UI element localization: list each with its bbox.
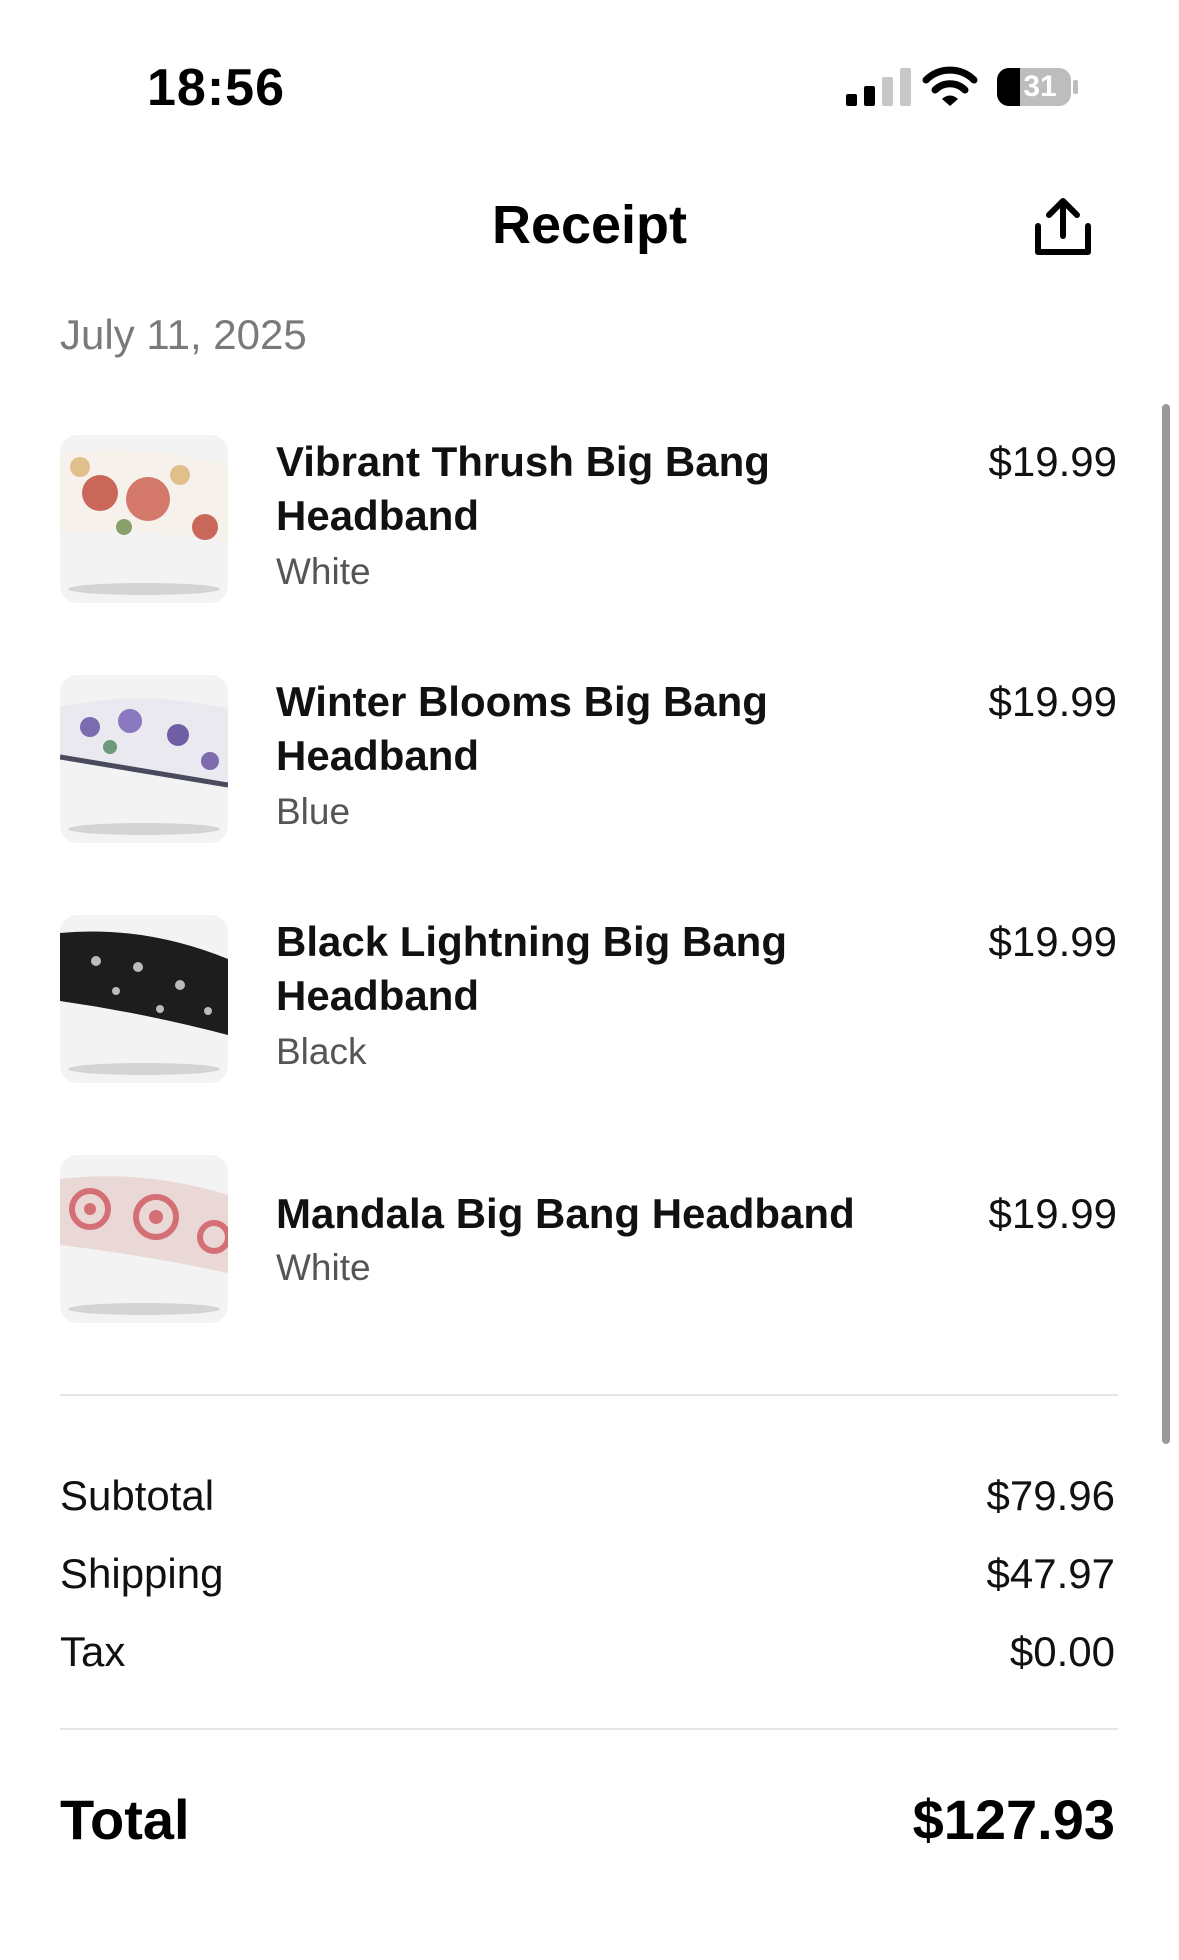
item-variant: White [276,1247,371,1288]
item-name: Black Lightning Big Bang Headband [276,918,787,1019]
receipt-date: July 11, 2025 [60,311,307,358]
page-title: Receipt [491,195,688,255]
item-price: $19.99 [988,438,1117,485]
product-image [60,675,228,843]
list-item[interactable]: Mandala Big Bang Headband White $19.99 [0,1155,1179,1355]
battery-level: 31 [1023,70,1057,103]
wifi-icon [922,64,978,108]
subtotal-label: Subtotal [60,1472,215,1519]
list-item[interactable]: Winter Blooms Big Bang Headband Blue $19… [0,675,1179,875]
tax-label: Tax [60,1628,126,1675]
item-name: Mandala Big Bang Headband [276,1190,855,1237]
share-icon[interactable] [1030,196,1096,260]
product-image [60,1155,228,1323]
scrollbar[interactable] [1162,404,1170,1444]
status-time: 18:56 [147,59,285,117]
item-variant: Blue [276,791,351,832]
item-price: $19.99 [988,918,1117,965]
item-name: Vibrant Thrush Big Bang Headband [276,438,770,539]
subtotal-value: $79.96 [986,1472,1115,1519]
shipping-value: $47.97 [986,1550,1115,1597]
cellular-signal-icon [844,68,922,108]
divider [60,1394,1118,1396]
product-image [60,435,228,603]
item-price: $19.99 [988,678,1117,725]
tax-value: $0.00 [1009,1628,1115,1675]
item-name: Winter Blooms Big Bang Headband [276,678,768,779]
item-price: $19.99 [988,1190,1117,1237]
total-label: Total [60,1788,190,1851]
product-image [60,915,228,1083]
total-value: $127.93 [912,1788,1115,1851]
shipping-label: Shipping [60,1550,224,1597]
item-variant: White [276,551,371,592]
battery-icon: 31 [996,66,1080,108]
list-item[interactable]: Vibrant Thrush Big Bang Headband White $… [0,435,1179,635]
list-item[interactable]: Black Lightning Big Bang Headband Black … [0,915,1179,1115]
divider [60,1728,1118,1730]
item-variant: Black [276,1031,367,1072]
